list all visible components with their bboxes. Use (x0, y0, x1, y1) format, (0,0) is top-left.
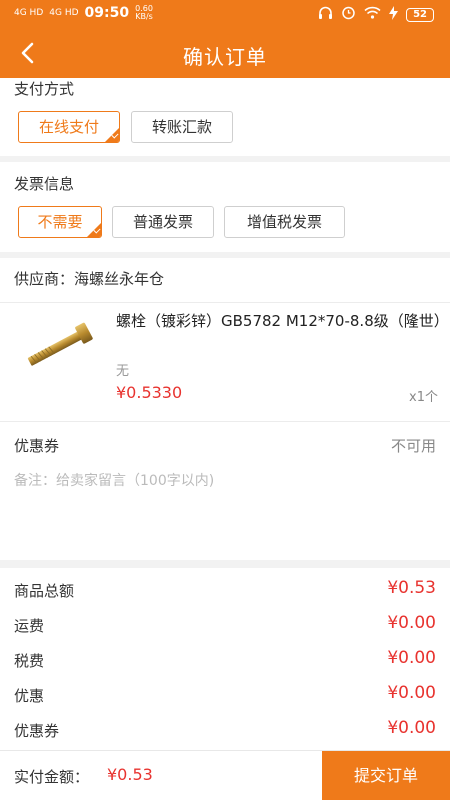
invoice-section: 发票信息 不需要 普通发票 增值税发票 (0, 162, 450, 252)
summary-label: 税费 (14, 652, 45, 670)
summary-label: 运费 (14, 617, 45, 635)
charging-icon (389, 5, 399, 24)
summary-row-shipping: 运费 ¥0.00 (0, 607, 450, 642)
remark-input[interactable] (14, 470, 436, 550)
invoice-option-vat-label: 增值税发票 (246, 213, 322, 231)
coupon-row[interactable]: 优惠券 不可用 (0, 422, 450, 466)
coupon-label: 优惠券 (14, 437, 60, 455)
page-title: 确认订单 (183, 45, 267, 69)
invoice-option-normal-label: 普通发票 (132, 213, 193, 231)
signal-indicator-1: 4G HD (14, 7, 44, 18)
product-quantity: x1个 (409, 390, 438, 405)
product-spec: 无 (116, 364, 130, 379)
network-speed-unit: KB/s (135, 12, 153, 21)
summary-label: 优惠 (14, 687, 45, 705)
headphones-icon (318, 6, 333, 24)
summary-value: ¥0.00 (387, 683, 436, 703)
bolt-image (27, 322, 93, 366)
summary-value: ¥0.00 (387, 613, 436, 633)
payment-section-title: 支付方式 (14, 80, 75, 98)
paid-amount-label: 实付金额： (14, 768, 90, 786)
divider (0, 302, 450, 303)
invoice-option-vat[interactable]: 增值税发票 (224, 206, 345, 238)
summary-value: ¥0.53 (387, 578, 436, 598)
coupon-status: 不可用 (390, 437, 436, 455)
signal-indicator-2: 4G HD (49, 7, 79, 18)
payment-option-transfer[interactable]: 转账汇款 (131, 111, 233, 143)
invoice-option-none[interactable]: 不需要 (18, 206, 102, 238)
product-price: ¥0.5330 (116, 383, 183, 402)
alarm-icon (341, 5, 356, 24)
selected-check-icon (87, 223, 101, 237)
summary-row-coupon: 优惠券 ¥0.00 (0, 712, 450, 747)
invoice-section-title: 发票信息 (14, 175, 75, 193)
invoice-option-none-label: 不需要 (37, 213, 83, 231)
summary-value: ¥0.00 (387, 718, 436, 738)
invoice-option-normal[interactable]: 普通发票 (112, 206, 214, 238)
battery-indicator: 52 (406, 7, 434, 22)
payment-section: 支付方式 在线支付 转账汇款 (0, 78, 450, 156)
payment-option-online[interactable]: 在线支付 (18, 111, 120, 143)
summary-row-tax: 税费 ¥0.00 (0, 642, 450, 677)
summary-label: 优惠券 (14, 722, 60, 740)
submit-order-button[interactable]: 提交订单 (322, 751, 450, 800)
paid-amount-value: ¥0.53 (107, 765, 153, 784)
summary-row-subtotal: 商品总额 ¥0.53 (0, 572, 450, 607)
status-right: 52 (318, 5, 434, 24)
product-name[interactable]: 螺栓（镀彩锌）GB5782 M12*70-8.8级（隆世） (116, 310, 449, 333)
payment-option-online-label: 在线支付 (38, 118, 99, 136)
clock: 09:50 (84, 5, 130, 21)
summary-section: 商品总额 ¥0.53 运费 ¥0.00 税费 ¥0.00 优惠 ¥0.00 优惠… (0, 568, 450, 750)
summary-row-discount: 优惠 ¥0.00 (0, 677, 450, 712)
supplier-name: 供应商：海螺丝永年仓 (14, 270, 165, 288)
status-left: 4G HD 4G HD 09:50 0.60 KB/s (14, 5, 153, 22)
summary-label: 商品总额 (14, 582, 75, 600)
network-speed: 0.60 KB/s (135, 5, 153, 21)
summary-value: ¥0.00 (387, 648, 436, 668)
wifi-icon (364, 6, 381, 23)
status-bar: 4G HD 4G HD 09:50 0.60 KB/s 52 (0, 0, 450, 28)
selected-check-icon (105, 128, 119, 142)
bottom-bar: 实付金额： ¥0.53 提交订单 (0, 750, 450, 800)
nav-bar: 确认订单 (0, 28, 450, 78)
payment-option-transfer-label: 转账汇款 (151, 118, 212, 136)
